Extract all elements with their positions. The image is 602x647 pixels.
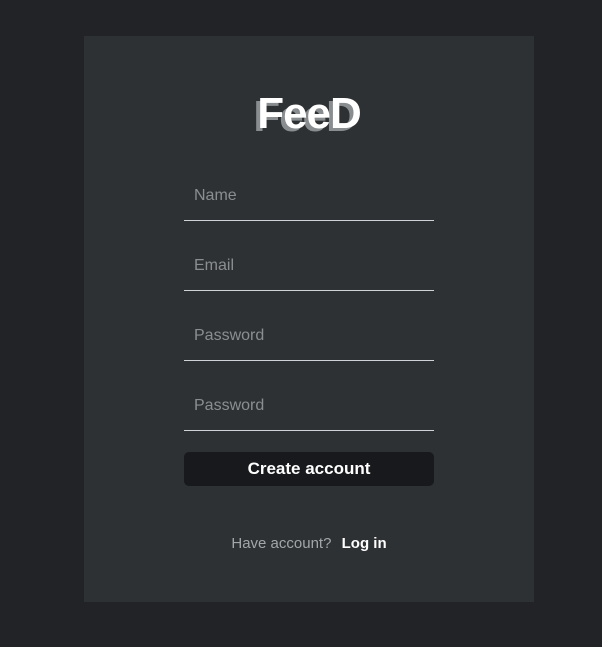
signup-card: FeeD Create account Have account? Log in <box>84 36 534 602</box>
brand-logo: FeeD <box>257 89 362 138</box>
password-input[interactable] <box>184 311 434 360</box>
have-account-text: Have account? <box>231 535 332 552</box>
confirm-password-field-wrapper <box>184 381 434 431</box>
name-input[interactable] <box>184 171 434 220</box>
login-prompt: Have account? Log in <box>84 534 534 554</box>
email-input[interactable] <box>184 241 434 290</box>
confirm-password-input[interactable] <box>184 381 434 430</box>
create-account-button[interactable]: Create account <box>184 452 434 486</box>
login-link[interactable]: Log in <box>342 535 387 552</box>
password-field-wrapper <box>184 311 434 361</box>
name-field-wrapper <box>184 171 434 221</box>
email-field-wrapper <box>184 241 434 291</box>
